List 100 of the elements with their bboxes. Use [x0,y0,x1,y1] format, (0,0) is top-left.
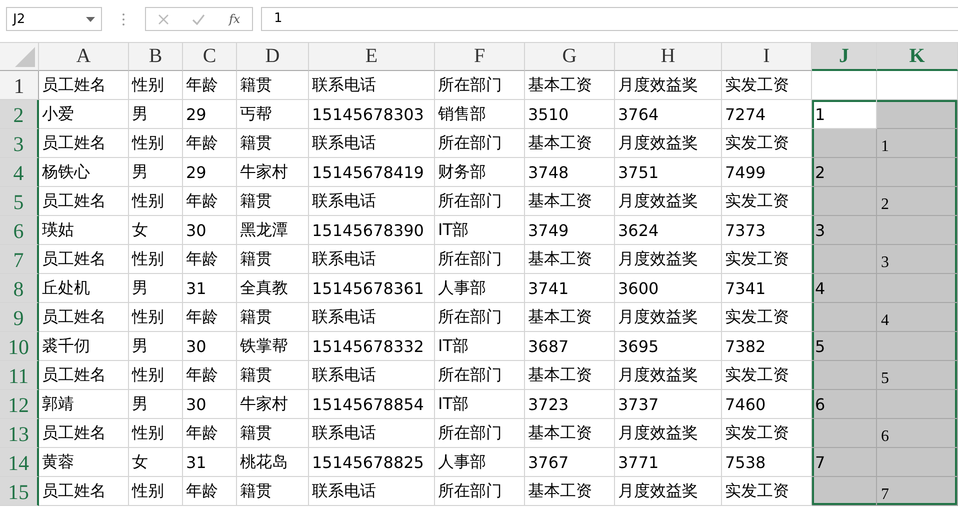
table-cell: 所在部门 [435,187,525,216]
table-cell: 年龄 [183,71,237,100]
dropdown-caret-icon [86,16,95,22]
table-cell: 30 [183,390,237,419]
column-header[interactable]: C [183,43,237,71]
table-cell: 2 [877,187,958,216]
row-header[interactable]: 12 [0,390,39,419]
table-cell: 籍贯 [237,419,309,448]
table-cell: 3687 [525,332,615,361]
table-cell: 基本工资 [525,477,615,506]
row-header[interactable]: 5 [0,187,39,216]
row-header[interactable]: 7 [0,245,39,274]
table-cell: 月度效益奖 [615,245,722,274]
table-cell: 29 [183,158,237,187]
column-header[interactable]: J [812,43,877,71]
row-header[interactable]: 14 [0,448,39,477]
table-cell: 2 [812,158,877,187]
table-cell: 所在部门 [435,245,525,274]
table-cell: 月度效益奖 [615,187,722,216]
select-all-button[interactable] [0,43,39,71]
table-cell: 3 [812,216,877,245]
column-header[interactable]: K [877,43,958,71]
table-cell: 裘千仞 [39,332,129,361]
table-cell: 3767 [525,448,615,477]
table-cell: 年龄 [183,303,237,332]
row-header[interactable]: 10 [0,332,39,361]
table-cell: 丐帮 [237,100,309,129]
table-cell: 性别 [129,361,183,390]
table-cell: 月度效益奖 [615,419,722,448]
table-cell: 基本工资 [525,187,615,216]
row-header[interactable]: 9 [0,303,39,332]
table-cell: 月度效益奖 [615,477,722,506]
table-cell: 5 [812,332,877,361]
column-header[interactable]: G [525,43,615,71]
table-cell: 年龄 [183,477,237,506]
column-header[interactable]: H [615,43,722,71]
table-cell: 年龄 [183,187,237,216]
table-cell: 基本工资 [525,419,615,448]
table-cell: 小爱 [39,100,129,129]
table-cell: 男 [129,390,183,419]
checkmark-icon[interactable] [192,14,206,24]
table-cell: 员工姓名 [39,129,129,158]
table-cell: 女 [129,216,183,245]
table-cell: 月度效益奖 [615,303,722,332]
column-header[interactable]: D [237,43,309,71]
row-header[interactable]: 13 [0,419,39,448]
formula-input-field[interactable]: 1 [261,7,958,31]
table-cell: IT部 [435,390,525,419]
column-header[interactable]: E [309,43,435,71]
table-cell: 3510 [525,100,615,129]
table-cell: 男 [129,332,183,361]
table-cell: 销售部 [435,100,525,129]
row-header[interactable]: 6 [0,216,39,245]
table-cell: 员工姓名 [39,477,129,506]
table-cell: 郭靖 [39,390,129,419]
table-cell: 15145678825 [309,448,435,477]
table-cell: 籍贯 [237,129,309,158]
table-cell: 籍贯 [237,71,309,100]
table-cell: 基本工资 [525,71,615,100]
column-header[interactable]: I [722,43,812,71]
table-cell: 性别 [129,187,183,216]
name-box[interactable]: J2 [6,7,102,31]
table-cell: 基本工资 [525,303,615,332]
table-cell: 7 [877,477,958,506]
table-cell: 6 [877,419,958,448]
table-cell: 31 [183,274,237,303]
table-cell: 籍贯 [237,303,309,332]
row-header[interactable]: 8 [0,274,39,303]
select-all-triangle-icon [15,47,35,67]
table-cell: 性别 [129,245,183,274]
row-header[interactable]: 2 [0,100,39,129]
table-cell: 15145678419 [309,158,435,187]
row-header[interactable]: 11 [0,361,39,390]
column-header[interactable]: F [435,43,525,71]
more-options-icon[interactable] [122,12,125,26]
cancel-icon[interactable] [158,14,169,24]
table-cell: 15145678303 [309,100,435,129]
table-cell: 丘处机 [39,274,129,303]
table-cell: 联系电话 [309,361,435,390]
row-header[interactable]: 3 [0,129,39,158]
table-cell: 杨铁心 [39,158,129,187]
table-cell: 年龄 [183,245,237,274]
column-header[interactable]: A [39,43,129,71]
row-header[interactable]: 1 [0,71,39,100]
table-cell: 3624 [615,216,722,245]
table-cell: 男 [129,100,183,129]
table-cell: 3751 [615,158,722,187]
table-cell: 3723 [525,390,615,419]
table-cell: 所在部门 [435,361,525,390]
table-cell: 实发工资 [722,71,812,100]
row-header[interactable]: 4 [0,158,39,187]
column-header[interactable]: B [129,43,183,71]
table-cell: 男 [129,158,183,187]
insert-function-button[interactable]: fx [228,12,240,26]
table-cell: 员工姓名 [39,187,129,216]
table-cell: 1 [877,129,958,158]
table-cell: 员工姓名 [39,303,129,332]
row-header[interactable]: 15 [0,477,39,506]
table-cell: 员工姓名 [39,419,129,448]
table-cell: 性别 [129,71,183,100]
